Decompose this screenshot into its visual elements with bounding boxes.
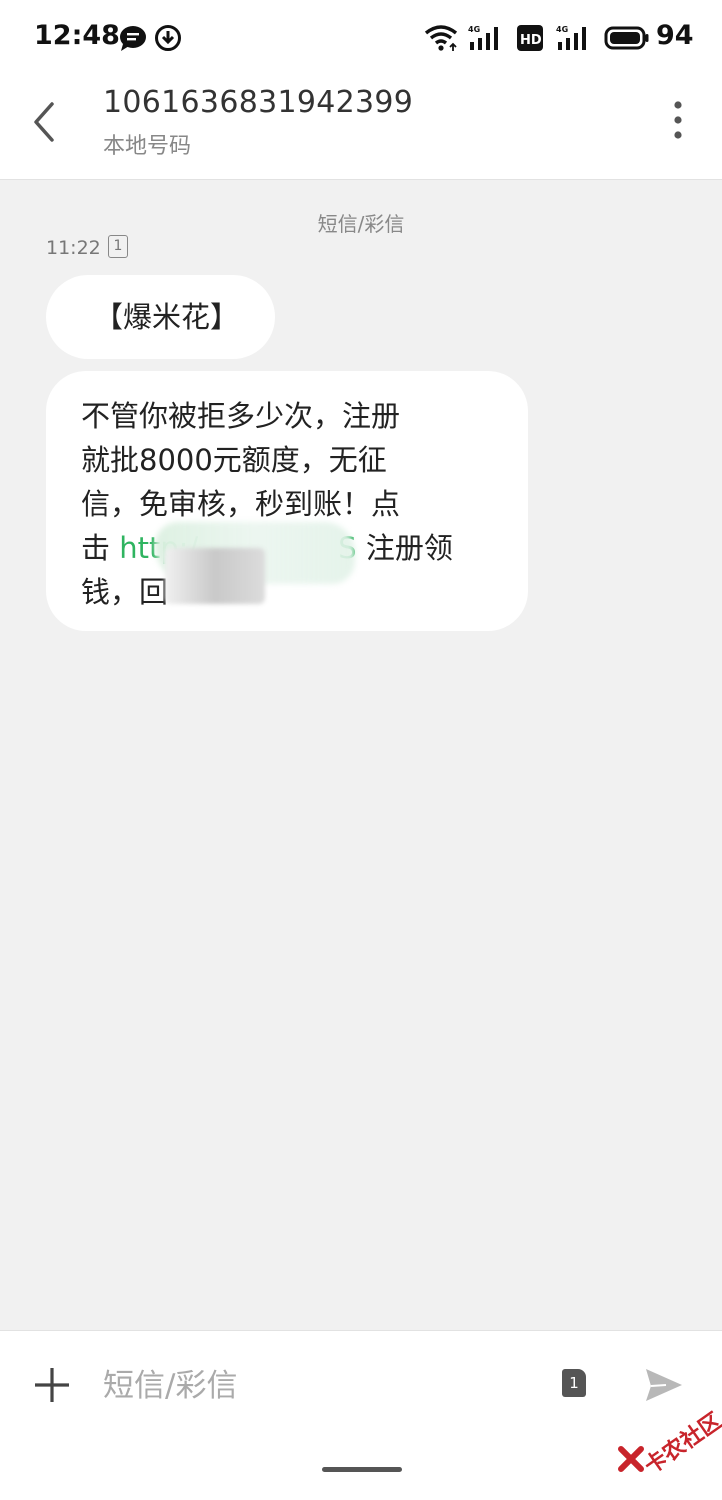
message-text: 注册领	[356, 531, 453, 565]
sim-select-button[interactable]: 1	[562, 1369, 586, 1397]
svg-text:4G: 4G	[556, 25, 568, 34]
sim-card-icon: 1	[108, 235, 128, 258]
status-time: 12:48	[34, 20, 120, 51]
message-text-line: 信，免审核，秒到账！点	[81, 487, 401, 521]
message-timestamp: 11:22	[46, 237, 101, 259]
redaction-blur	[165, 548, 265, 604]
message-text-line: 就批8000元额度，无征	[81, 443, 387, 477]
add-attachment-icon[interactable]	[32, 1365, 72, 1405]
status-bar: 12:48 4G HD 4G 94	[0, 0, 722, 76]
battery-level: 94	[656, 20, 694, 51]
svg-text:4G: 4G	[468, 25, 480, 34]
wifi-icon	[424, 25, 458, 51]
battery-icon	[604, 26, 649, 50]
message-input[interactable]	[103, 1361, 523, 1411]
signal-4g-icon: 4G	[556, 25, 586, 50]
watermark-text: 卡农社区	[640, 1408, 722, 1480]
download-icon	[155, 25, 181, 51]
conversation-header: 1061636831942399 本地号码	[0, 76, 722, 180]
home-indicator[interactable]	[322, 1467, 402, 1472]
message-text-line: 不管你被拒多少次，注册	[81, 399, 401, 433]
channel-label: 短信/彩信	[317, 212, 405, 236]
send-icon[interactable]	[644, 1365, 684, 1405]
contact-subtitle: 本地号码	[103, 134, 192, 159]
message-text: 击	[81, 531, 120, 565]
message-bubble[interactable]: 不管你被拒多少次，注册 就批8000元额度，无征 信，免审核，秒到账！点 击 h…	[46, 371, 528, 631]
message-bubble[interactable]: 【爆米花】	[46, 275, 275, 359]
contact-number: 1061636831942399	[103, 85, 414, 120]
more-options-icon[interactable]	[660, 96, 696, 144]
message-text: 【爆米花】	[94, 300, 240, 334]
signal-4g-icon: 4G	[468, 25, 498, 50]
svg-text:HD: HD	[520, 33, 542, 48]
watermark-logo: 卡农社区	[616, 1408, 722, 1480]
back-arrow-icon[interactable]	[22, 94, 70, 150]
hd-icon: HD	[517, 25, 543, 51]
compose-bar: 1	[0, 1330, 722, 1500]
message-icon	[120, 26, 146, 51]
